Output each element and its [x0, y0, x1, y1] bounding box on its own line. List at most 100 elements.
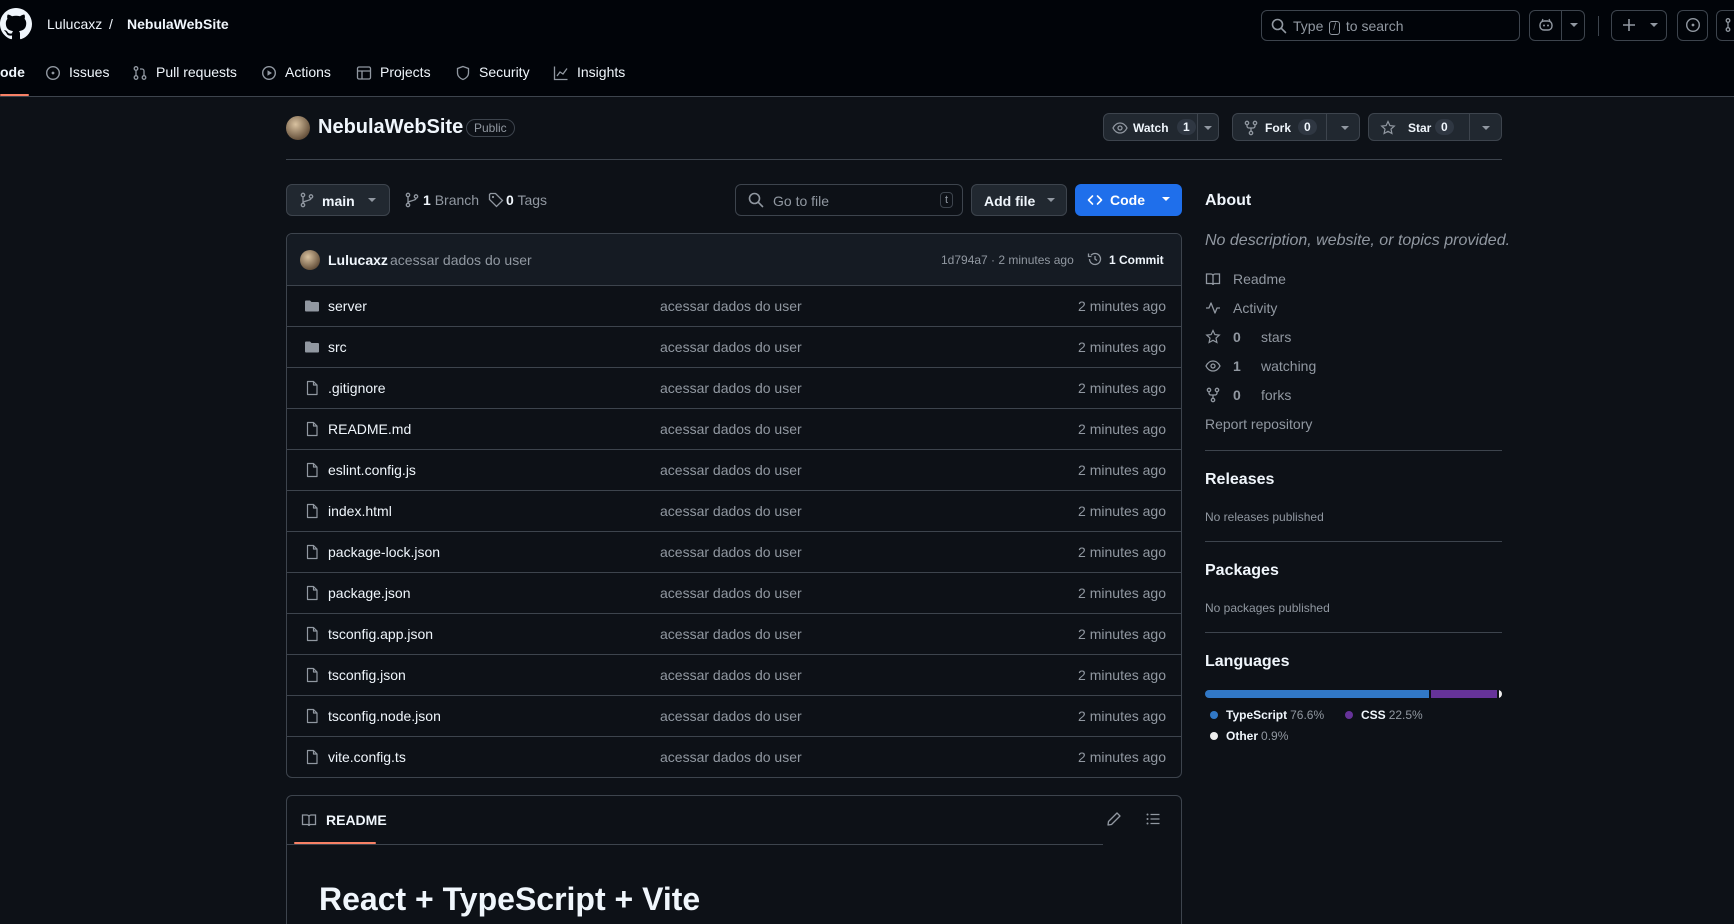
- your-pull-requests-button[interactable]: [1716, 10, 1734, 41]
- file-name-link[interactable]: tsconfig.app.json: [328, 626, 433, 642]
- file-icon: [304, 667, 320, 683]
- file-name-link[interactable]: server: [328, 298, 367, 314]
- file-commit-date: 2 minutes ago: [1078, 421, 1166, 437]
- go-to-file-input[interactable]: Go to file t: [735, 184, 963, 216]
- pencil-icon[interactable]: [1106, 811, 1122, 827]
- file-commit-message[interactable]: acessar dados do user: [660, 667, 802, 683]
- file-name-link[interactable]: package.json: [328, 585, 411, 601]
- forks-label: forks: [1261, 387, 1292, 403]
- file-row[interactable]: .gitignore acessar dados do user 2 minutes…: [287, 368, 1181, 409]
- create-new-button[interactable]: [1611, 10, 1667, 41]
- file-commit-message[interactable]: acessar dados do user: [660, 503, 802, 519]
- code-button[interactable]: Code: [1075, 184, 1182, 216]
- breadcrumb-repo[interactable]: NebulaWebSite: [127, 16, 229, 32]
- language-css[interactable]: CSS 22.5%: [1345, 708, 1423, 722]
- repo-forked-icon: [1243, 120, 1259, 136]
- readme-tab[interactable]: README: [295, 796, 387, 844]
- file-commit-date: 2 minutes ago: [1078, 380, 1166, 396]
- file-commit-message[interactable]: acessar dados do user: [660, 585, 802, 601]
- shield-icon: [456, 65, 470, 81]
- file-row[interactable]: package.json acessar dados do user 2 minut…: [287, 573, 1181, 614]
- file-row[interactable]: vite.config.ts acessar dados do user 2 min…: [287, 737, 1181, 777]
- file-name-link[interactable]: .gitignore: [328, 380, 386, 396]
- commits-link[interactable]: 1 Commit: [1109, 253, 1164, 267]
- file-row[interactable]: package-lock.json acessar dados do user 2 …: [287, 532, 1181, 573]
- fork-label: Fork: [1265, 121, 1292, 135]
- file-commit-message[interactable]: acessar dados do user: [660, 298, 802, 314]
- file-commit-date: 2 minutes ago: [1078, 544, 1166, 560]
- chevron-down-icon: [1648, 18, 1660, 32]
- tab-issues-label: Issues: [69, 64, 110, 80]
- github-logo-icon[interactable]: [0, 8, 32, 40]
- watch-button[interactable]: Watch 1: [1103, 113, 1219, 141]
- file-row[interactable]: tsconfig.node.json acessar dados do user 2…: [287, 696, 1181, 737]
- chevron-down-icon: [1045, 193, 1057, 207]
- report-repository-link[interactable]: Report repository: [1205, 416, 1312, 432]
- tag-count: 0: [506, 192, 514, 208]
- breadcrumb-owner[interactable]: Lulucaxz: [47, 16, 102, 32]
- file-commit-message[interactable]: acessar dados do user: [660, 339, 802, 355]
- file-name-link[interactable]: index.html: [328, 503, 392, 519]
- file-row[interactable]: eslint.config.js acessar dados do user 2 m…: [287, 450, 1181, 491]
- file-row[interactable]: src acessar dados do user 2 minutes ago: [287, 327, 1181, 368]
- file-row[interactable]: README.md acessar dados do user 2 minutes …: [287, 409, 1181, 450]
- file-commit-message[interactable]: acessar dados do user: [660, 544, 802, 560]
- git-branch-icon: [404, 192, 420, 208]
- file-commit-date: 2 minutes ago: [1078, 626, 1166, 642]
- about-heading: About: [1205, 192, 1252, 209]
- file-commit-message[interactable]: acessar dados do user: [660, 421, 802, 437]
- file-commit-date: 2 minutes ago: [1078, 708, 1166, 724]
- commit-author[interactable]: Lulucaxz: [328, 252, 388, 268]
- commit-message[interactable]: acessar dados do user: [390, 252, 532, 268]
- file-name-link[interactable]: tsconfig.json: [328, 667, 406, 683]
- folder-icon: [304, 339, 320, 355]
- your-issues-button[interactable]: [1677, 10, 1708, 41]
- language-percent: 22.5%: [1388, 708, 1423, 722]
- code-button-label: Code: [1110, 192, 1145, 208]
- file-row[interactable]: index.html acessar dados do user 2 minutes…: [287, 491, 1181, 532]
- star-count: 0: [1435, 119, 1454, 135]
- file-icon: [304, 585, 320, 601]
- plus-icon: [1621, 17, 1637, 33]
- repo-title[interactable]: NebulaWebSite: [318, 116, 463, 139]
- file-commit-message[interactable]: acessar dados do user: [660, 626, 802, 642]
- global-search-input[interactable]: Type / to search: [1261, 10, 1520, 41]
- file-row[interactable]: server acessar dados do user 2 minutes ago: [287, 286, 1181, 327]
- readme-panel: README React + TypeScript + Vite: [286, 795, 1182, 924]
- file-commit-message[interactable]: acessar dados do user: [660, 380, 802, 396]
- activity-link-label: Activity: [1233, 300, 1278, 316]
- star-button[interactable]: Star 0: [1368, 113, 1502, 141]
- file-name-link[interactable]: tsconfig.node.json: [328, 708, 441, 724]
- file-name-link[interactable]: src: [328, 339, 347, 355]
- file-name-link[interactable]: README.md: [328, 421, 411, 437]
- file-row[interactable]: tsconfig.json acessar dados do user 2 minu…: [287, 655, 1181, 696]
- file-name-link[interactable]: vite.config.ts: [328, 749, 406, 765]
- tab-code[interactable]: ode: [0, 64, 25, 80]
- commit-author-avatar[interactable]: [300, 250, 320, 270]
- table-icon: [356, 66, 372, 80]
- fork-button[interactable]: Fork 0: [1232, 113, 1360, 141]
- file-row[interactable]: tsconfig.app.json acessar dados do user 2 …: [287, 614, 1181, 655]
- language-typescript[interactable]: TypeScript 76.6%: [1210, 708, 1324, 722]
- file-icon: [304, 421, 320, 437]
- packages-heading[interactable]: Packages: [1205, 562, 1279, 580]
- file-commit-message[interactable]: acessar dados do user: [660, 749, 802, 765]
- commit-meta[interactable]: 1d794a7 · 2 minutes ago: [941, 253, 1074, 267]
- list-unordered-icon[interactable]: [1145, 811, 1161, 827]
- add-file-button[interactable]: Add file: [971, 184, 1067, 216]
- file-name-link[interactable]: eslint.config.js: [328, 462, 416, 478]
- file-commit-message[interactable]: acessar dados do user: [660, 708, 802, 724]
- file-commit-date: 2 minutes ago: [1078, 585, 1166, 601]
- branch-select-button[interactable]: main: [286, 184, 390, 216]
- top-header: Lulucaxz / NebulaWebSite Type / to searc…: [0, 0, 1734, 97]
- chevron-down-icon: [1339, 121, 1351, 135]
- file-commit-message[interactable]: acessar dados do user: [660, 462, 802, 478]
- file-name-link[interactable]: package-lock.json: [328, 544, 440, 560]
- title-divider: [286, 159, 1502, 160]
- releases-heading[interactable]: Releases: [1205, 471, 1274, 489]
- play-icon: [261, 65, 277, 81]
- git-pull-request-icon: [133, 66, 147, 80]
- readme-tab-divider: [287, 844, 1103, 845]
- copilot-button[interactable]: [1529, 10, 1585, 41]
- owner-avatar[interactable]: [286, 116, 310, 140]
